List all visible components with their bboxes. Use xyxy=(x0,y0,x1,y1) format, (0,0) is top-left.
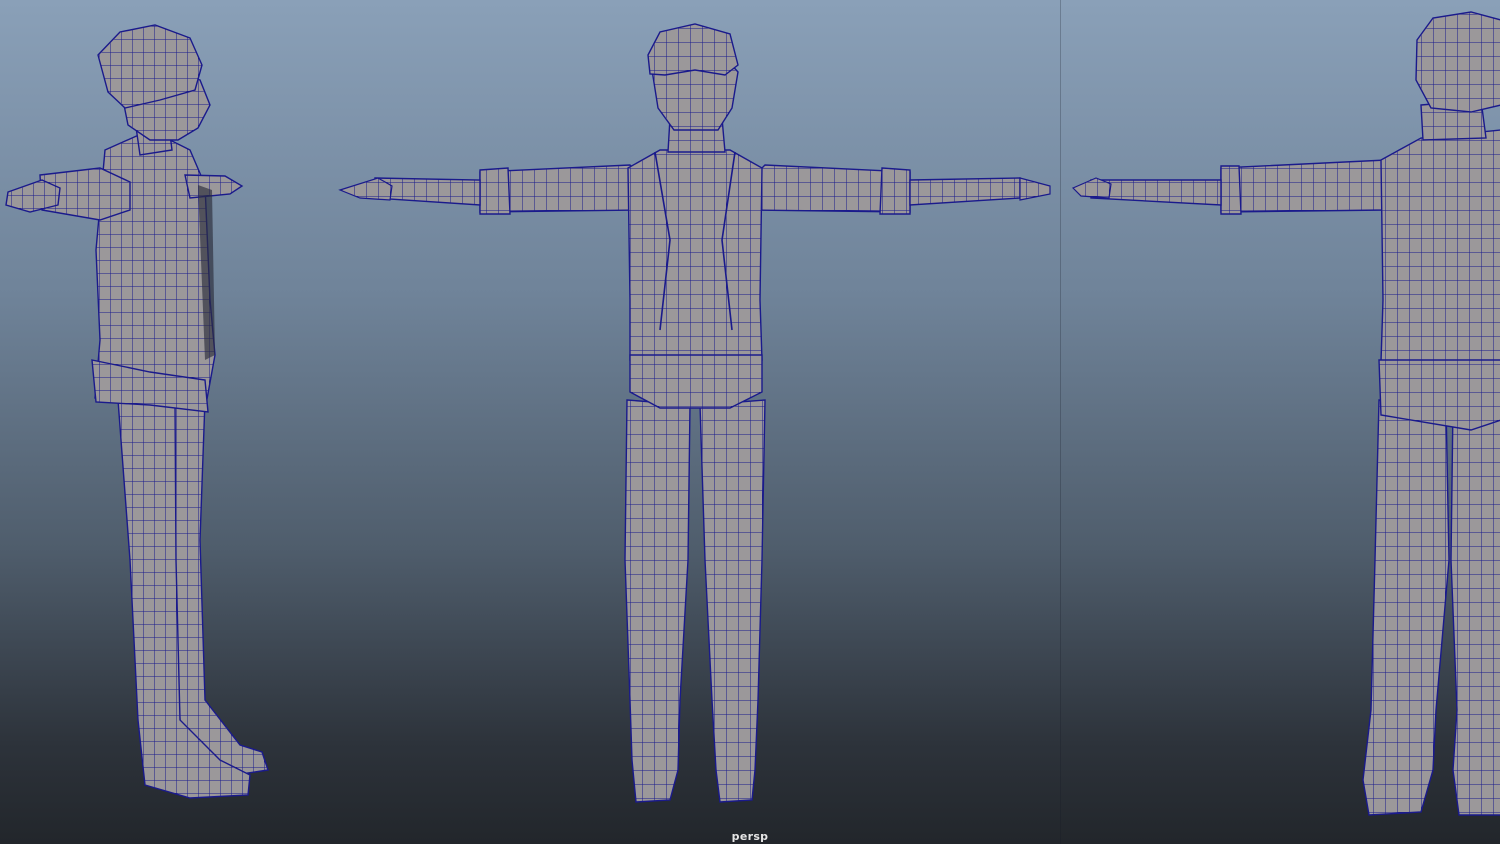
camera-label: persp xyxy=(731,830,769,843)
front-view-model xyxy=(338,23,1051,803)
side-view-pane[interactable] xyxy=(0,0,330,844)
back-view-model xyxy=(1071,11,1500,816)
side-view-model xyxy=(5,24,269,799)
maya-viewport[interactable]: persp xyxy=(0,0,1500,844)
back-view-pane[interactable] xyxy=(1060,0,1500,844)
front-view-pane[interactable] xyxy=(330,0,1060,844)
